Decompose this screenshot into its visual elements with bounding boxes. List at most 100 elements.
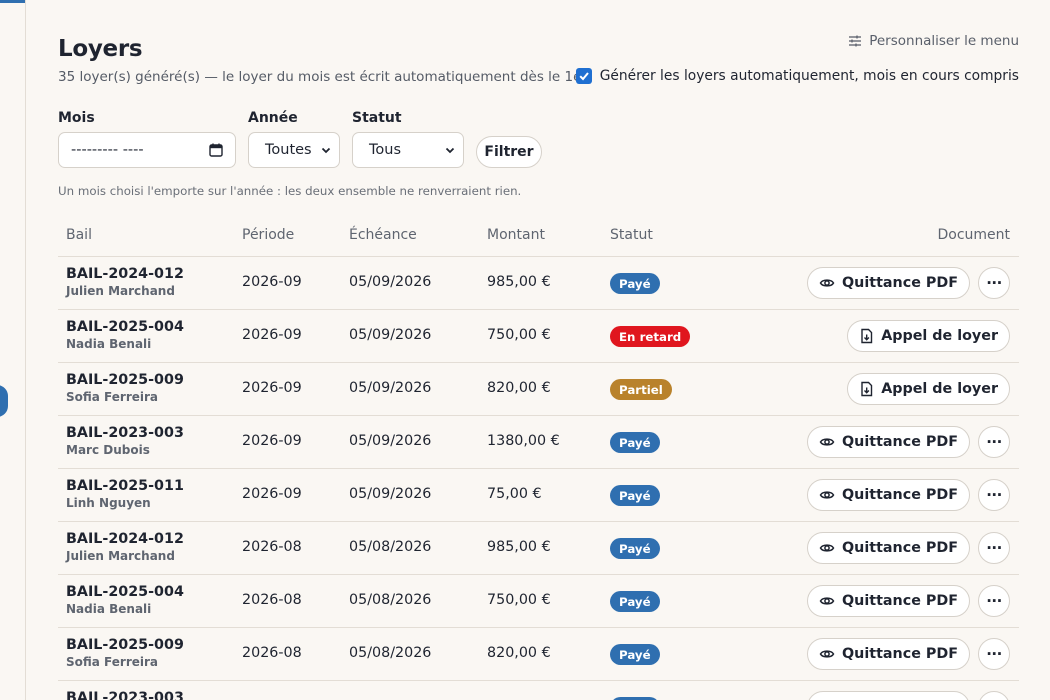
document-button-label: Quittance PDF xyxy=(842,646,958,662)
due-date-cell: 05/09/2026 xyxy=(349,327,432,343)
more-actions-button[interactable]: ··· xyxy=(978,585,1010,617)
bail-cell: BAIL-2023-003 xyxy=(66,690,184,700)
due-date-cell: 05/08/2026 xyxy=(349,539,432,555)
more-actions-button[interactable]: ··· xyxy=(978,267,1010,299)
bail-id[interactable]: BAIL-2024-012 xyxy=(66,266,184,282)
receipt-pdf-button[interactable]: Quittance PDF xyxy=(807,691,970,700)
status-badge: Payé xyxy=(610,591,660,612)
status-badge: Payé xyxy=(610,273,660,294)
more-horizontal-icon: ··· xyxy=(986,645,1002,663)
file-download-icon xyxy=(861,328,873,344)
column-header-bail: Bail xyxy=(66,227,92,243)
receipt-pdf-button[interactable]: Quittance PDF xyxy=(807,638,970,670)
filter-button[interactable]: Filtrer xyxy=(476,136,542,168)
column-header-montant: Montant xyxy=(487,227,545,243)
bail-id[interactable]: BAIL-2025-009 xyxy=(66,637,184,653)
filter-hint: Un mois choisi l'emporte sur l'année : l… xyxy=(58,184,522,198)
more-horizontal-icon: ··· xyxy=(986,592,1002,610)
check-icon xyxy=(579,72,589,81)
column-header-statut: Statut xyxy=(610,227,653,243)
bail-id[interactable]: BAIL-2025-011 xyxy=(66,478,184,494)
bail-id[interactable]: BAIL-2023-003 xyxy=(66,690,184,700)
status-badge: Payé xyxy=(610,485,660,506)
status-badge: Partiel xyxy=(610,379,672,400)
more-horizontal-icon: ··· xyxy=(986,274,1002,292)
column-header-periode: Période xyxy=(242,227,295,243)
amount-cell: 820,00 € xyxy=(487,645,551,661)
tenant-name: Nadia Benali xyxy=(66,337,152,351)
due-date-cell: 05/08/2026 xyxy=(349,592,432,608)
document-button-label: Quittance PDF xyxy=(842,275,958,291)
receipt-pdf-button[interactable]: Quittance PDF xyxy=(807,267,970,299)
more-actions-button[interactable]: ··· xyxy=(978,426,1010,458)
table-row: BAIL-2025-004 Nadia Benali 2026-09 05/09/20… xyxy=(58,310,1019,363)
rent-call-button[interactable]: Appel de loyer xyxy=(847,320,1010,352)
period-cell: 2026-09 xyxy=(242,327,302,343)
amount-cell: 1380,00 € xyxy=(487,433,560,449)
tenant-name: Linh Nguyen xyxy=(66,496,151,510)
more-actions-button[interactable]: ··· xyxy=(978,638,1010,670)
table-row: BAIL-2023-003 Marc Dubois 2026-09 05/09/202… xyxy=(58,416,1019,469)
bail-id[interactable]: BAIL-2023-003 xyxy=(66,425,184,441)
document-button-label: Appel de loyer xyxy=(881,328,998,344)
bail-cell: BAIL-2023-003 Marc Dubois xyxy=(66,425,184,457)
bail-id[interactable]: BAIL-2025-004 xyxy=(66,319,184,335)
month-input-value: --------- ---- xyxy=(71,142,144,158)
eye-icon xyxy=(819,544,835,552)
receipt-pdf-button[interactable]: Quittance PDF xyxy=(807,532,970,564)
auto-generate-label: Générer les loyers automatiquement, mois… xyxy=(599,68,1019,84)
file-download-icon xyxy=(861,381,873,397)
auto-generate-checkbox[interactable] xyxy=(575,68,592,84)
bail-cell: BAIL-2024-012 Julien Marchand xyxy=(66,266,184,298)
year-filter-label: Année xyxy=(248,110,298,126)
bail-cell: BAIL-2025-004 Nadia Benali xyxy=(66,319,184,351)
period-cell: 2026-09 xyxy=(242,433,302,449)
amount-cell: 75,00 € xyxy=(487,486,542,502)
auto-generate-option: Générer les loyers automatiquement, mois… xyxy=(575,68,1019,84)
bail-cell: BAIL-2025-004 Nadia Benali xyxy=(66,584,184,616)
bail-id[interactable]: BAIL-2025-009 xyxy=(66,372,184,388)
bail-cell: BAIL-2025-011 Linh Nguyen xyxy=(66,478,184,510)
period-cell: 2026-09 xyxy=(242,274,302,290)
more-actions-button[interactable]: ··· xyxy=(978,691,1010,700)
status-select[interactable]: Tous xyxy=(352,132,464,168)
bail-cell: BAIL-2024-012 Julien Marchand xyxy=(66,531,184,563)
period-cell: 2026-08 xyxy=(242,645,302,661)
eye-icon xyxy=(819,491,835,499)
year-select[interactable]: Toutes xyxy=(248,132,340,168)
eye-icon xyxy=(819,438,835,446)
receipt-pdf-button[interactable]: Quittance PDF xyxy=(807,479,970,511)
more-actions-button[interactable]: ··· xyxy=(978,479,1010,511)
table-row: BAIL-2024-012 Julien Marchand 2026-08 05/08… xyxy=(58,522,1019,575)
more-actions-button[interactable]: ··· xyxy=(978,532,1010,564)
customize-menu-link[interactable]: Personnaliser le menu xyxy=(847,33,1019,49)
calendar-icon xyxy=(209,143,223,157)
receipt-pdf-button[interactable]: Quittance PDF xyxy=(807,585,970,617)
bail-cell: BAIL-2025-009 Sofia Ferreira xyxy=(66,637,184,669)
receipt-pdf-button[interactable]: Quittance PDF xyxy=(807,426,970,458)
due-date-cell: 05/08/2026 xyxy=(349,645,432,661)
due-date-cell: 05/09/2026 xyxy=(349,486,432,502)
eye-icon xyxy=(819,650,835,658)
document-button-label: Quittance PDF xyxy=(842,540,958,556)
table-row: BAIL-2025-009 Sofia Ferreira 2026-09 05/09/… xyxy=(58,363,1019,416)
amount-cell: 820,00 € xyxy=(487,380,551,396)
year-select-value: Toutes xyxy=(265,142,312,158)
bail-id[interactable]: BAIL-2024-012 xyxy=(66,531,184,547)
page-title: Loyers xyxy=(58,36,143,62)
bail-id[interactable]: BAIL-2025-004 xyxy=(66,584,184,600)
rent-call-button[interactable]: Appel de loyer xyxy=(847,373,1010,405)
bail-cell: BAIL-2025-009 Sofia Ferreira xyxy=(66,372,184,404)
tenant-name: Julien Marchand xyxy=(66,284,175,298)
status-badge: Payé xyxy=(610,432,660,453)
table-row: BAIL-2025-004 Nadia Benali 2026-08 05/08/20… xyxy=(58,575,1019,628)
tenant-name: Sofia Ferreira xyxy=(66,655,159,669)
eye-icon xyxy=(819,279,835,287)
document-button-label: Quittance PDF xyxy=(842,434,958,450)
period-cell: 2026-09 xyxy=(242,486,302,502)
status-badge: En retard xyxy=(610,326,691,347)
period-cell: 2026-08 xyxy=(242,539,302,555)
document-button-label: Quittance PDF xyxy=(842,487,958,503)
tenant-name: Marc Dubois xyxy=(66,443,150,457)
month-input[interactable]: --------- ---- xyxy=(58,132,236,168)
